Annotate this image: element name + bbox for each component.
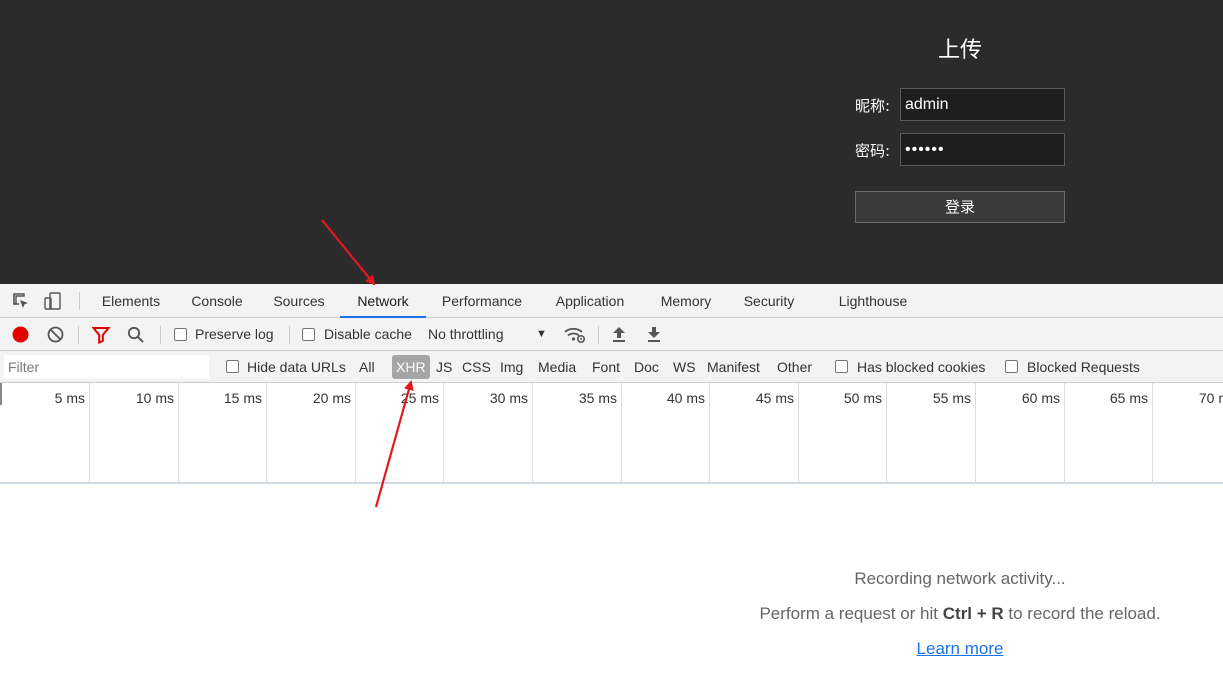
blocked-requests-label: Blocked Requests [1027, 359, 1140, 375]
password-input[interactable]: •••••• [900, 133, 1065, 166]
timeline-tick-line [532, 383, 533, 483]
timeline-start-marker [0, 383, 2, 405]
type-filter-all[interactable]: All [359, 351, 375, 383]
timeline-tick-line [89, 383, 90, 483]
timeline-tick-label: 65 ms [1109, 390, 1148, 406]
empty-state-title: Recording network activity... [854, 569, 1066, 588]
timeline-tick-line [709, 383, 710, 483]
timeline-tick-line [1152, 383, 1153, 483]
timeline-tick-label: 55 ms [932, 390, 971, 406]
toolbar-separator [78, 326, 79, 344]
learn-more-link[interactable]: Learn more [700, 639, 1220, 659]
toolbar-separator [160, 326, 161, 344]
nickname-input[interactable]: admin [900, 88, 1065, 121]
type-filter-media[interactable]: Media [538, 351, 576, 383]
password-label: 密码: [855, 142, 891, 160]
toolbar-separator [598, 326, 599, 344]
login-button[interactable]: 登录 [855, 191, 1065, 223]
type-filter-img[interactable]: Img [500, 351, 523, 383]
shortcut-hint: Ctrl + R [942, 604, 1004, 623]
throttling-select[interactable]: No throttling [428, 318, 503, 351]
throttling-chevron-down-icon[interactable]: ▼ [536, 318, 547, 351]
has-blocked-cookies-label: Has blocked cookies [857, 359, 986, 375]
filter-input[interactable]: Filter [4, 355, 209, 379]
type-filter-manifest[interactable]: Manifest [707, 351, 760, 383]
type-filter-font[interactable]: Font [592, 351, 620, 383]
devtools-panel: Elements Console Sources Network Perform… [0, 284, 1223, 687]
timeline-tick-label: 40 ms [666, 390, 705, 406]
type-filter-ws[interactable]: WS [673, 351, 696, 383]
import-har-icon[interactable] [611, 326, 627, 344]
timeline-tick-line [178, 383, 179, 483]
has-blocked-cookies-checkbox[interactable] [835, 360, 848, 373]
timeline-tick-label: 35 ms [578, 390, 617, 406]
tab-network-label: Network [357, 293, 409, 309]
timeline-overview[interactable]: 5 ms 10 ms 15 ms 20 ms 25 ms 30 ms 35 ms 40 ms 4… [0, 383, 1223, 484]
timeline-tick-line [443, 383, 444, 483]
tab-separator [79, 292, 80, 310]
empty-desc-prefix: Perform a request or hit [759, 604, 943, 623]
blocked-requests-checkbox[interactable] [1005, 360, 1018, 373]
search-icon[interactable] [127, 326, 145, 344]
timeline-tick-line [886, 383, 887, 483]
filter-icon[interactable] [91, 326, 111, 344]
empty-desc-suffix: to record the reload. [1003, 604, 1161, 623]
type-filter-doc[interactable]: Doc [634, 351, 659, 383]
tab-lighthouse[interactable]: Lighthouse [830, 284, 916, 318]
inspect-element-icon[interactable] [11, 291, 31, 311]
tab-elements[interactable]: Elements [92, 284, 170, 318]
tab-network[interactable]: Network [340, 284, 426, 318]
network-toolbar: Preserve log Disable cache No throttling… [0, 318, 1223, 351]
timeline-tick-line [621, 383, 622, 483]
toolbar-separator [289, 326, 290, 344]
timeline-tick-line [355, 383, 356, 483]
hide-data-urls-label: Hide data URLs [247, 359, 346, 375]
preserve-log-label: Preserve log [195, 326, 274, 342]
timeline-tick-line [266, 383, 267, 483]
timeline-tick-label: 30 ms [489, 390, 528, 406]
timeline-tick-label: 15 ms [223, 390, 262, 406]
timeline-tick-line [798, 383, 799, 483]
timeline-tick-label: 25 ms [400, 390, 439, 406]
hide-data-urls-checkbox[interactable] [226, 360, 239, 373]
timeline-tick-label: 5 ms [54, 390, 85, 406]
devtools-tabbar: Elements Console Sources Network Perform… [0, 284, 1223, 318]
tab-memory[interactable]: Memory [650, 284, 722, 318]
clear-icon[interactable] [47, 326, 64, 343]
tab-sources[interactable]: Sources [264, 284, 334, 318]
timeline-tick-label: 50 ms [843, 390, 882, 406]
timeline-tick-label: 10 ms [135, 390, 174, 406]
disable-cache-checkbox[interactable] [302, 328, 315, 341]
type-filter-xhr[interactable]: XHR [392, 355, 430, 379]
type-filter-js[interactable]: JS [436, 351, 452, 383]
timeline-tick-label: 45 ms [755, 390, 794, 406]
disable-cache-label: Disable cache [324, 326, 412, 342]
login-title: 上传 [937, 38, 982, 63]
type-filter-css[interactable]: CSS [462, 351, 491, 383]
record-icon[interactable] [12, 326, 29, 343]
timeline-tick-line [1064, 383, 1065, 483]
timeline-tick-label: 20 ms [312, 390, 351, 406]
nickname-label: 昵称: [855, 97, 891, 115]
timeline-tick-label: 70 ms [1198, 390, 1223, 406]
network-filterbar: Filter Hide data URLs All XHR JS CSS Img… [0, 351, 1223, 383]
tab-performance[interactable]: Performance [434, 284, 530, 318]
tab-console[interactable]: Console [180, 284, 254, 318]
device-toolbar-icon[interactable] [43, 291, 63, 311]
tab-application[interactable]: Application [544, 284, 636, 318]
preserve-log-checkbox[interactable] [174, 328, 187, 341]
empty-state-description: Perform a request or hit Ctrl + R to rec… [700, 604, 1220, 624]
tab-security[interactable]: Security [735, 284, 803, 318]
page-viewport: 上传 昵称: admin 密码: •••••• 登录 [0, 0, 1223, 284]
export-har-icon[interactable] [646, 326, 662, 344]
requests-empty-state: Recording network activity... Perform a … [0, 484, 1223, 687]
type-filter-other[interactable]: Other [777, 351, 812, 383]
timeline-tick-line [975, 383, 976, 483]
network-conditions-icon[interactable] [563, 325, 587, 345]
timeline-tick-label: 60 ms [1021, 390, 1060, 406]
